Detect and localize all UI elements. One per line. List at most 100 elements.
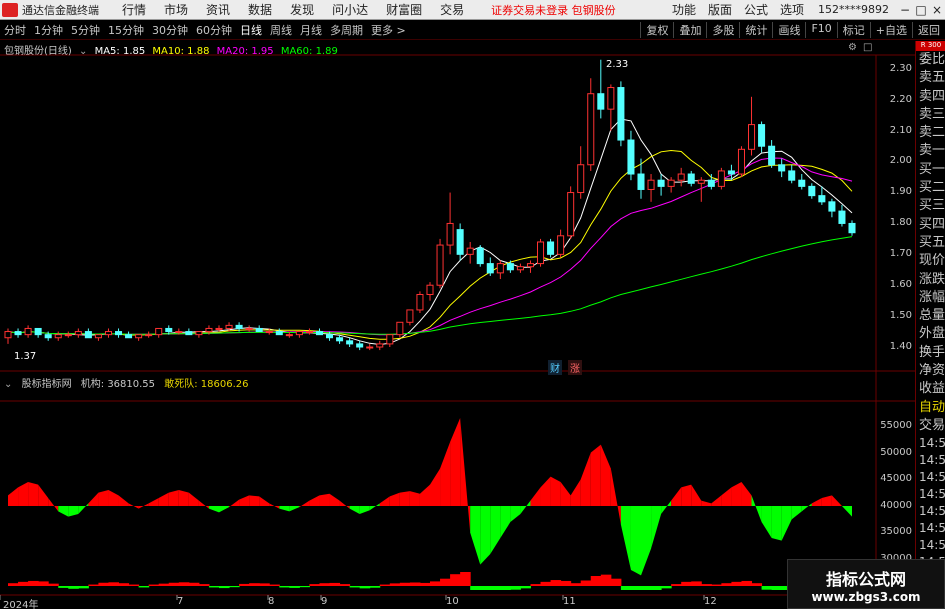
signal-bar — [671, 584, 682, 586]
candle-body — [526, 263, 534, 268]
indicator-area — [419, 484, 430, 506]
indicator-area — [269, 503, 280, 509]
indicator-area — [198, 500, 209, 509]
signal-bar — [219, 586, 230, 589]
indicator-area — [590, 444, 601, 506]
signal-bar — [78, 586, 89, 589]
candle-body — [617, 87, 625, 141]
candle-body — [627, 139, 635, 175]
candle-body — [486, 263, 494, 274]
finance-mark[interactable]: 财 — [548, 360, 562, 375]
candle-body — [657, 179, 665, 187]
candle-body — [587, 93, 595, 166]
candle-body — [416, 293, 424, 311]
back-button[interactable]: 返回 — [912, 22, 945, 38]
indicator-area — [158, 492, 169, 506]
kline-chart[interactable] — [0, 0, 915, 609]
signal-bar — [58, 586, 69, 588]
date-axis-label: 12 — [704, 596, 717, 607]
signal-bar — [480, 586, 491, 590]
signal-bar — [711, 584, 722, 586]
signal-bar — [399, 582, 411, 586]
low-price-label: 1.37 — [14, 351, 37, 362]
candle-body — [758, 124, 766, 147]
candle-body — [697, 179, 705, 184]
indicator-area — [309, 495, 320, 506]
jigou-label: 机构: 36810.55 — [80, 379, 156, 390]
price-axis-tick: 2.30 — [889, 63, 912, 74]
signal-bar — [500, 586, 511, 590]
panel-settings-icon[interactable]: ⚙ — [848, 42, 857, 53]
signal-bar — [560, 580, 572, 586]
trade-tab[interactable]: 交易 — [916, 417, 945, 435]
auto-trade-toggle[interactable]: 自动 — [916, 399, 945, 417]
candle-body — [567, 192, 575, 237]
high-price-label: 2.33 — [606, 59, 629, 70]
indicator-area — [88, 492, 99, 506]
indicator-area — [359, 506, 370, 514]
candle-body — [24, 327, 32, 336]
indicator-area — [399, 491, 410, 506]
signal-bar — [450, 574, 461, 586]
gansidui-label: 敢死队: 18606.26 — [164, 379, 249, 390]
ma5-line — [7, 118, 853, 346]
indicator-area — [259, 496, 270, 506]
candle-body — [778, 164, 786, 172]
indicator-area — [610, 468, 621, 525]
limit-up-mark[interactable]: 涨 — [568, 360, 582, 375]
signal-bar — [188, 582, 200, 586]
ma-collapse-icon[interactable]: ⌄ — [79, 46, 87, 57]
candle-body — [255, 327, 263, 333]
price-axis-tick: 2.10 — [889, 125, 912, 136]
candle-body — [295, 331, 303, 336]
candle-body — [496, 263, 504, 274]
indicator-area — [751, 495, 762, 522]
indicator-area — [379, 496, 390, 506]
candle-body — [315, 331, 323, 336]
candle-body — [667, 179, 675, 187]
price-axis-tick: 1.90 — [889, 186, 912, 197]
candle-body — [346, 340, 354, 345]
indicator-header: ⌄ 股标指标网 机构: 36810.55 敢死队: 18606.26 — [4, 375, 254, 390]
close-icon[interactable]: × — [929, 3, 945, 17]
candle-body — [557, 235, 565, 255]
indicator-collapse-icon[interactable]: ⌄ — [4, 379, 12, 390]
panel-restore-icon[interactable]: □ — [863, 42, 872, 53]
signal-bar — [641, 586, 652, 590]
indicator-area — [329, 493, 340, 506]
signal-bar — [651, 586, 662, 590]
signal-bar — [490, 586, 501, 590]
indicator-area — [711, 495, 722, 506]
indicator-area — [490, 506, 501, 554]
indicator-area — [78, 503, 89, 514]
candle-body — [456, 229, 464, 255]
indicator-area — [18, 482, 29, 506]
indicator-area — [138, 503, 149, 509]
indicator-area — [811, 498, 822, 506]
candle-body — [54, 334, 62, 339]
signal-bar — [88, 584, 99, 586]
candle-body — [104, 331, 112, 336]
site-watermark: 指标公式网 www.zbgs3.com — [787, 559, 945, 609]
maximize-icon[interactable]: □ — [913, 3, 929, 17]
indicator-area — [289, 506, 300, 512]
indicator-area — [651, 506, 662, 549]
signal-bar — [259, 583, 270, 586]
indicator-area — [229, 499, 240, 508]
ma10-label: MA10: 1.88 — [152, 46, 210, 57]
r-badge: R 300 — [916, 41, 945, 51]
candle-body — [145, 334, 153, 337]
signal-bar — [239, 583, 250, 586]
watermark-title: 指标公式网 — [825, 570, 906, 589]
stock-title: 包钢股份(日线) — [4, 46, 72, 57]
candle-body — [808, 185, 816, 197]
indicator-area — [319, 493, 330, 506]
indicator-area — [430, 468, 441, 506]
indicator-area — [249, 495, 260, 506]
indicator-area — [178, 490, 189, 506]
candle-body — [607, 87, 615, 110]
candle-body — [406, 309, 414, 323]
signal-bar — [751, 583, 763, 586]
candle-body — [115, 331, 123, 336]
indicator-area — [440, 442, 451, 506]
